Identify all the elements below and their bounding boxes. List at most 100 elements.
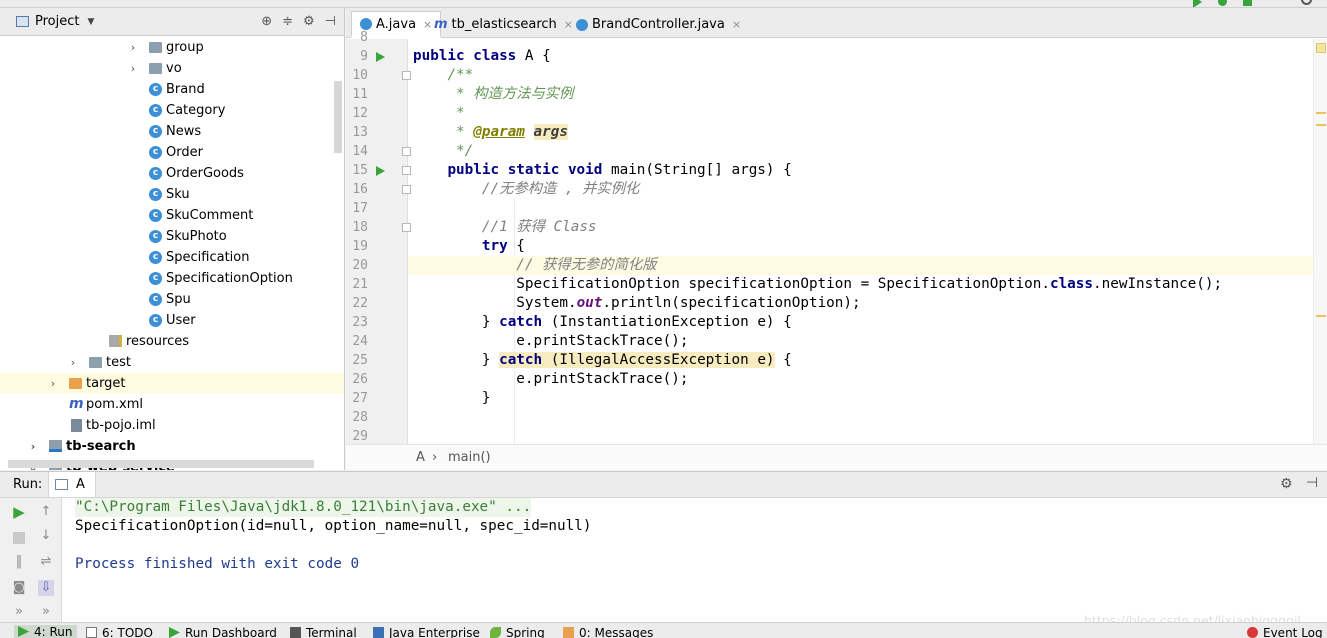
line-number: 14	[352, 144, 368, 159]
java-enterprise-icon	[373, 627, 384, 638]
stop-icon[interactable]	[13, 532, 25, 544]
more-icon[interactable]: »	[11, 604, 27, 620]
down-arrow-icon[interactable]: ↓	[38, 528, 54, 544]
tool-run-button[interactable]: 4: Run	[14, 625, 77, 638]
search-icon[interactable]	[1301, 0, 1312, 5]
tool-label: Run Dashboard	[185, 626, 277, 638]
run-icon[interactable]	[1193, 0, 1202, 7]
project-panel-tools: ⊕ ≑ ⚙ ⊣	[261, 14, 336, 29]
tree-item-label: test	[106, 355, 131, 370]
collapse-all-icon[interactable]: ≑	[282, 14, 293, 29]
warning-marker[interactable]	[1316, 124, 1326, 126]
tool-label: Java Enterprise	[389, 626, 480, 638]
warning-marker[interactable]	[1316, 315, 1326, 317]
tree-item-tb-search[interactable]: › tb-search	[0, 436, 344, 457]
expand-arrow-icon[interactable]: ›	[128, 58, 138, 79]
tab-brandcontroller-java[interactable]: BrandController.java ×	[568, 11, 749, 38]
gear-icon[interactable]: ⚙	[1280, 476, 1293, 492]
up-arrow-icon[interactable]: ↑	[38, 504, 54, 520]
navigation-bar	[0, 0, 1327, 8]
tab-tb-elasticsearch[interactable]: m tb_elasticsearch ×	[426, 11, 581, 38]
warning-marker[interactable]	[1316, 112, 1326, 114]
tree-item-sku[interactable]: c Sku	[0, 184, 344, 205]
pause-icon[interactable]: ‖	[11, 554, 27, 570]
tool-event-log-button[interactable]: Event Log	[1247, 626, 1323, 638]
code-line-16: //无参构造 , 并实例化	[481, 181, 640, 197]
project-horizontal-scrollbar[interactable]	[8, 460, 314, 468]
expand-arrow-icon[interactable]: ›	[68, 352, 78, 373]
close-icon[interactable]: ×	[732, 12, 741, 37]
breadcrumb-item-method[interactable]: main()	[448, 450, 491, 465]
tree-item-skuphoto[interactable]: c SkuPhoto	[0, 226, 344, 247]
code-line-18: //1 获得 Class	[481, 219, 597, 235]
tree-item-pom[interactable]: m pom.xml	[0, 394, 344, 415]
minimize-icon[interactable]: ⊣	[1306, 475, 1318, 491]
tool-run-dashboard-button[interactable]: Run Dashboard	[169, 626, 277, 638]
line-number: 12	[352, 106, 368, 121]
tree-item-vo[interactable]: › vo	[0, 58, 344, 79]
debug-icon[interactable]	[1218, 0, 1227, 6]
run-tab-a[interactable]: A	[48, 472, 96, 497]
project-icon	[16, 16, 29, 27]
tree-item-skucomment[interactable]: c SkuComment	[0, 205, 344, 226]
code-line-20-current: // 获得无参的简化版	[408, 256, 1313, 275]
tree-item-user[interactable]: c User	[0, 310, 344, 331]
expand-arrow-icon[interactable]: ›	[128, 37, 138, 58]
tool-todo-button[interactable]: 6: TODO	[86, 626, 153, 638]
tree-item-specificationoption[interactable]: c SpecificationOption	[0, 268, 344, 289]
editor-gutter[interactable]: 8 9 10 11 12 13 14 15 16 17 18 19 20 21 …	[346, 30, 411, 444]
tree-item-brand[interactable]: c Brand	[0, 79, 344, 100]
line-number: 25	[352, 353, 368, 368]
tree-item-target[interactable]: › target	[0, 373, 344, 394]
class-icon: c	[149, 104, 162, 117]
code-line-24: e.printStackTrace();	[516, 333, 689, 349]
code-line-13: * @param args	[447, 124, 568, 140]
editor-error-stripe[interactable]	[1313, 39, 1327, 444]
tool-spring-button[interactable]: Spring	[490, 626, 545, 638]
tree-item-group[interactable]: › group	[0, 37, 344, 58]
run-icon	[18, 626, 29, 637]
tree-item-specification[interactable]: c Specification	[0, 247, 344, 268]
gear-icon[interactable]: ⚙	[303, 14, 315, 29]
tree-item-resources[interactable]: resources	[0, 331, 344, 352]
tree-item-test[interactable]: › test	[0, 352, 344, 373]
tool-messages-button[interactable]: 0: Messages	[563, 626, 653, 638]
folder-icon	[149, 42, 162, 53]
run-gutter-icon[interactable]	[376, 52, 385, 62]
tab-label: A.java	[376, 16, 417, 32]
rerun-icon[interactable]: ▶	[11, 504, 27, 520]
class-icon: c	[149, 272, 162, 285]
camera-icon[interactable]: ◙	[11, 580, 27, 596]
run-gutter-icon[interactable]	[376, 166, 385, 176]
locate-icon[interactable]: ⊕	[261, 14, 272, 29]
tree-item-label: Sku	[166, 187, 190, 202]
tree-item-spu[interactable]: c Spu	[0, 289, 344, 310]
project-vertical-scrollbar[interactable]	[334, 81, 342, 153]
line-number: 18	[352, 220, 368, 235]
tool-java-enterprise-button[interactable]: Java Enterprise	[373, 626, 480, 638]
tree-item-label: Brand	[166, 82, 205, 97]
expand-arrow-icon[interactable]: ›	[48, 373, 58, 394]
expand-arrow-icon[interactable]: ›	[28, 436, 38, 457]
folder-icon	[149, 63, 162, 74]
breadcrumb-item-class[interactable]: A	[416, 450, 425, 465]
tree-item-iml[interactable]: tb-pojo.iml	[0, 415, 344, 436]
inspection-status-icon[interactable]	[1316, 43, 1326, 53]
tool-terminal-button[interactable]: Terminal	[290, 626, 357, 638]
tree-item-order[interactable]: c Order	[0, 142, 344, 163]
soft-wrap-icon[interactable]: ⇌	[38, 554, 54, 570]
terminal-icon	[290, 627, 301, 638]
tree-item-news[interactable]: c News	[0, 121, 344, 142]
tree-item-category[interactable]: c Category	[0, 100, 344, 121]
coverage-icon[interactable]	[1243, 0, 1252, 6]
console-output[interactable]: "C:\Program Files\Java\jdk1.8.0_121\bin\…	[62, 498, 1327, 623]
code-area[interactable]: public class A { /** * 构造方法与实例 * * @para…	[408, 39, 1313, 444]
chevron-down-icon[interactable]: ▼	[87, 17, 94, 27]
scroll-to-end-icon[interactable]: ⇩	[38, 580, 54, 596]
more-icon[interactable]: »	[38, 604, 54, 620]
line-number: 26	[352, 372, 368, 387]
project-panel-title[interactable]: Project	[35, 14, 79, 29]
hide-icon[interactable]: ⊣	[325, 14, 336, 29]
tree-item-ordergoods[interactable]: c OrderGoods	[0, 163, 344, 184]
code-line-26: e.printStackTrace();	[516, 371, 689, 387]
